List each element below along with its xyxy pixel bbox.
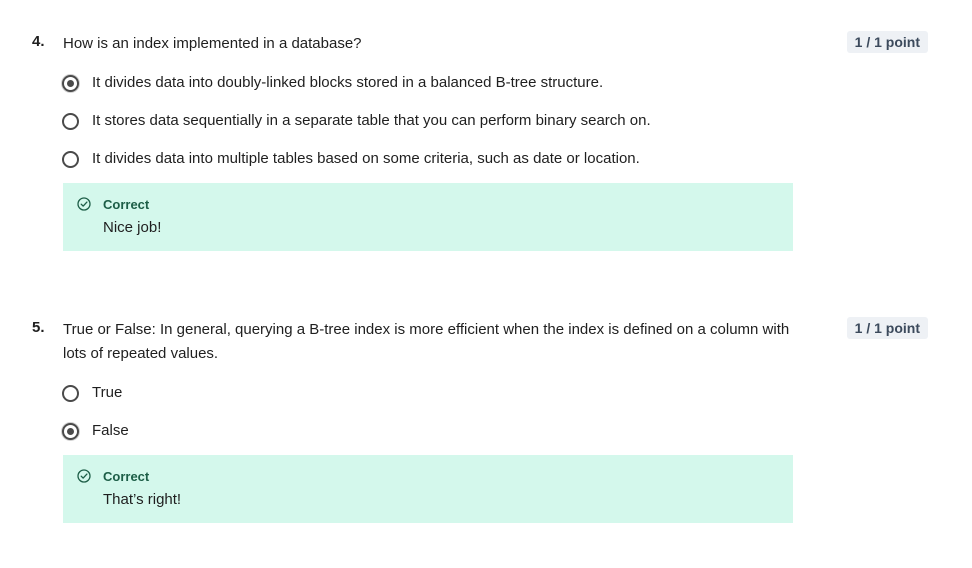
radio-selected-icon[interactable] bbox=[62, 422, 79, 440]
option-2[interactable]: It stores data sequentially in a separat… bbox=[62, 109, 651, 133]
option-true[interactable]: True bbox=[62, 381, 122, 405]
radio-icon[interactable] bbox=[62, 150, 79, 168]
option-label: It stores data sequentially in a separat… bbox=[92, 112, 651, 129]
check-circle-icon bbox=[77, 469, 91, 483]
option-1[interactable]: It divides data into doubly-linked block… bbox=[62, 71, 603, 95]
points-badge: 1 / 1 point bbox=[846, 31, 928, 53]
feedback-message: Nice job! bbox=[103, 219, 162, 236]
feedback-message: That’s right! bbox=[103, 491, 182, 508]
feedback-box: Correct Nice job! bbox=[63, 183, 793, 251]
option-label: It divides data into multiple tables bas… bbox=[92, 150, 640, 167]
option-false[interactable]: False bbox=[62, 419, 129, 443]
feedback-box: Correct That’s right! bbox=[63, 455, 793, 523]
points-badge: 1 / 1 point bbox=[846, 317, 928, 339]
option-label: True bbox=[92, 384, 123, 401]
option-label: False bbox=[92, 422, 129, 439]
option-3[interactable]: It divides data into multiple tables bas… bbox=[62, 147, 640, 171]
check-circle-icon bbox=[77, 197, 91, 211]
question-text: How is an index implemented in a databas… bbox=[63, 35, 362, 52]
feedback-title: Correct bbox=[103, 197, 150, 212]
feedback-title: Correct bbox=[103, 469, 150, 484]
question-number: 5. bbox=[32, 319, 45, 336]
question-text: True or False: In general, querying a B-… bbox=[63, 321, 790, 362]
option-label: It divides data into doubly-linked block… bbox=[92, 74, 604, 91]
radio-icon[interactable] bbox=[62, 112, 79, 130]
question-number: 4. bbox=[32, 33, 45, 50]
radio-icon[interactable] bbox=[62, 384, 79, 402]
radio-selected-icon[interactable] bbox=[62, 74, 79, 92]
